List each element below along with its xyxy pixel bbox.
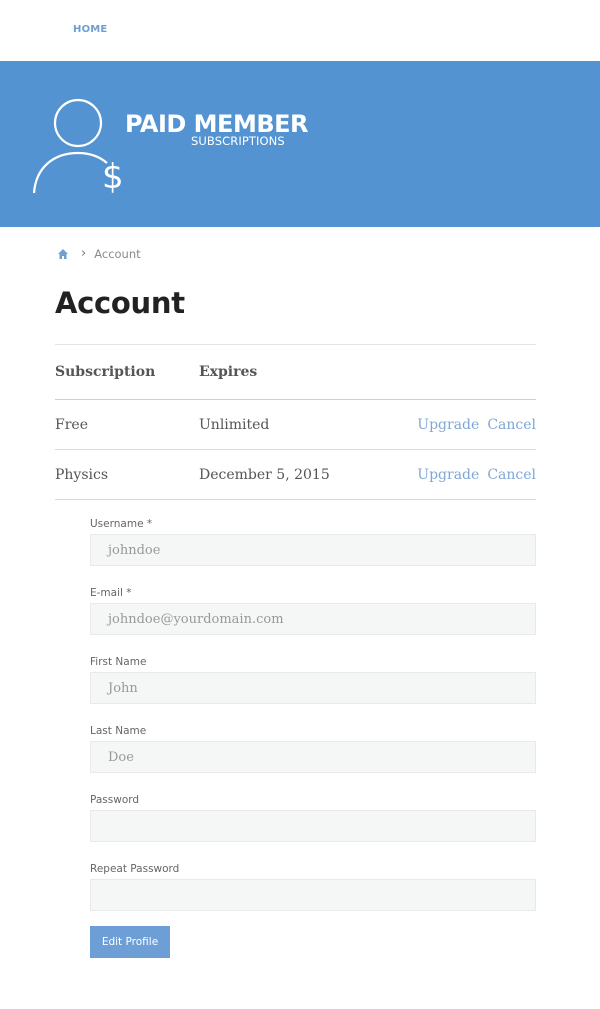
row-actions: Upgrade Cancel [417, 417, 536, 433]
cancel-link[interactable]: Cancel [487, 417, 536, 433]
edit-profile-form: Username * johndoe E-mail * johndoe@your… [90, 516, 536, 930]
table-row: Free Unlimited Upgrade Cancel [55, 400, 536, 450]
brand-subtitle: SUBSCRIPTIONS [191, 134, 285, 148]
cancel-link[interactable]: Cancel [487, 467, 536, 483]
repeat-password-field-group: Repeat Password [90, 861, 536, 911]
header-subscription: Subscription [55, 364, 156, 380]
repeat-password-input[interactable] [90, 879, 536, 911]
first-name-label: First Name [90, 656, 147, 668]
svg-text:$: $ [102, 157, 124, 197]
table-row: Physics December 5, 2015 Upgrade Cancel [55, 450, 536, 500]
subscription-name: Physics [55, 466, 109, 483]
breadcrumb-separator: › [81, 246, 87, 261]
subscription-name: Free [55, 416, 88, 433]
username-label: Username * [90, 518, 153, 530]
email-field-group: E-mail * johndoe@yourdomain.com [90, 585, 536, 635]
breadcrumb-current: Account [94, 246, 141, 261]
header-expires: Expires [199, 364, 258, 380]
edit-profile-button[interactable]: Edit Profile [90, 926, 170, 958]
home-icon[interactable] [57, 248, 69, 260]
breadcrumb: › Account [57, 246, 141, 261]
site-header-banner: $ PAID MEMBER SUBSCRIPTIONS [0, 61, 600, 227]
username-input[interactable]: johndoe [90, 534, 536, 566]
upgrade-link[interactable]: Upgrade [417, 417, 479, 433]
subscription-expires: Unlimited [199, 416, 270, 433]
member-dollar-icon: $ [32, 98, 124, 197]
upgrade-link[interactable]: Upgrade [417, 467, 479, 483]
first-name-input[interactable]: John [90, 672, 536, 704]
email-input[interactable]: johndoe@yourdomain.com [90, 603, 536, 635]
email-label: E-mail * [90, 587, 132, 599]
nav-home-link[interactable]: HOME [73, 24, 107, 35]
last-name-label: Last Name [90, 725, 147, 737]
repeat-password-label: Repeat Password [90, 863, 180, 875]
row-actions: Upgrade Cancel [417, 467, 536, 483]
page-title: Account [55, 286, 185, 320]
first-name-field-group: First Name John [90, 654, 536, 704]
password-label: Password [90, 794, 140, 806]
password-input[interactable] [90, 810, 536, 842]
subscriptions-table: Subscription Expires Free Unlimited Upgr… [55, 344, 536, 500]
last-name-input[interactable]: Doe [90, 741, 536, 773]
username-field-group: Username * johndoe [90, 516, 536, 566]
top-navigation: HOME [0, 0, 600, 61]
last-name-field-group: Last Name Doe [90, 723, 536, 773]
password-field-group: Password [90, 792, 536, 842]
subscription-expires: December 5, 2015 [199, 466, 330, 483]
table-header-row: Subscription Expires [55, 345, 536, 400]
